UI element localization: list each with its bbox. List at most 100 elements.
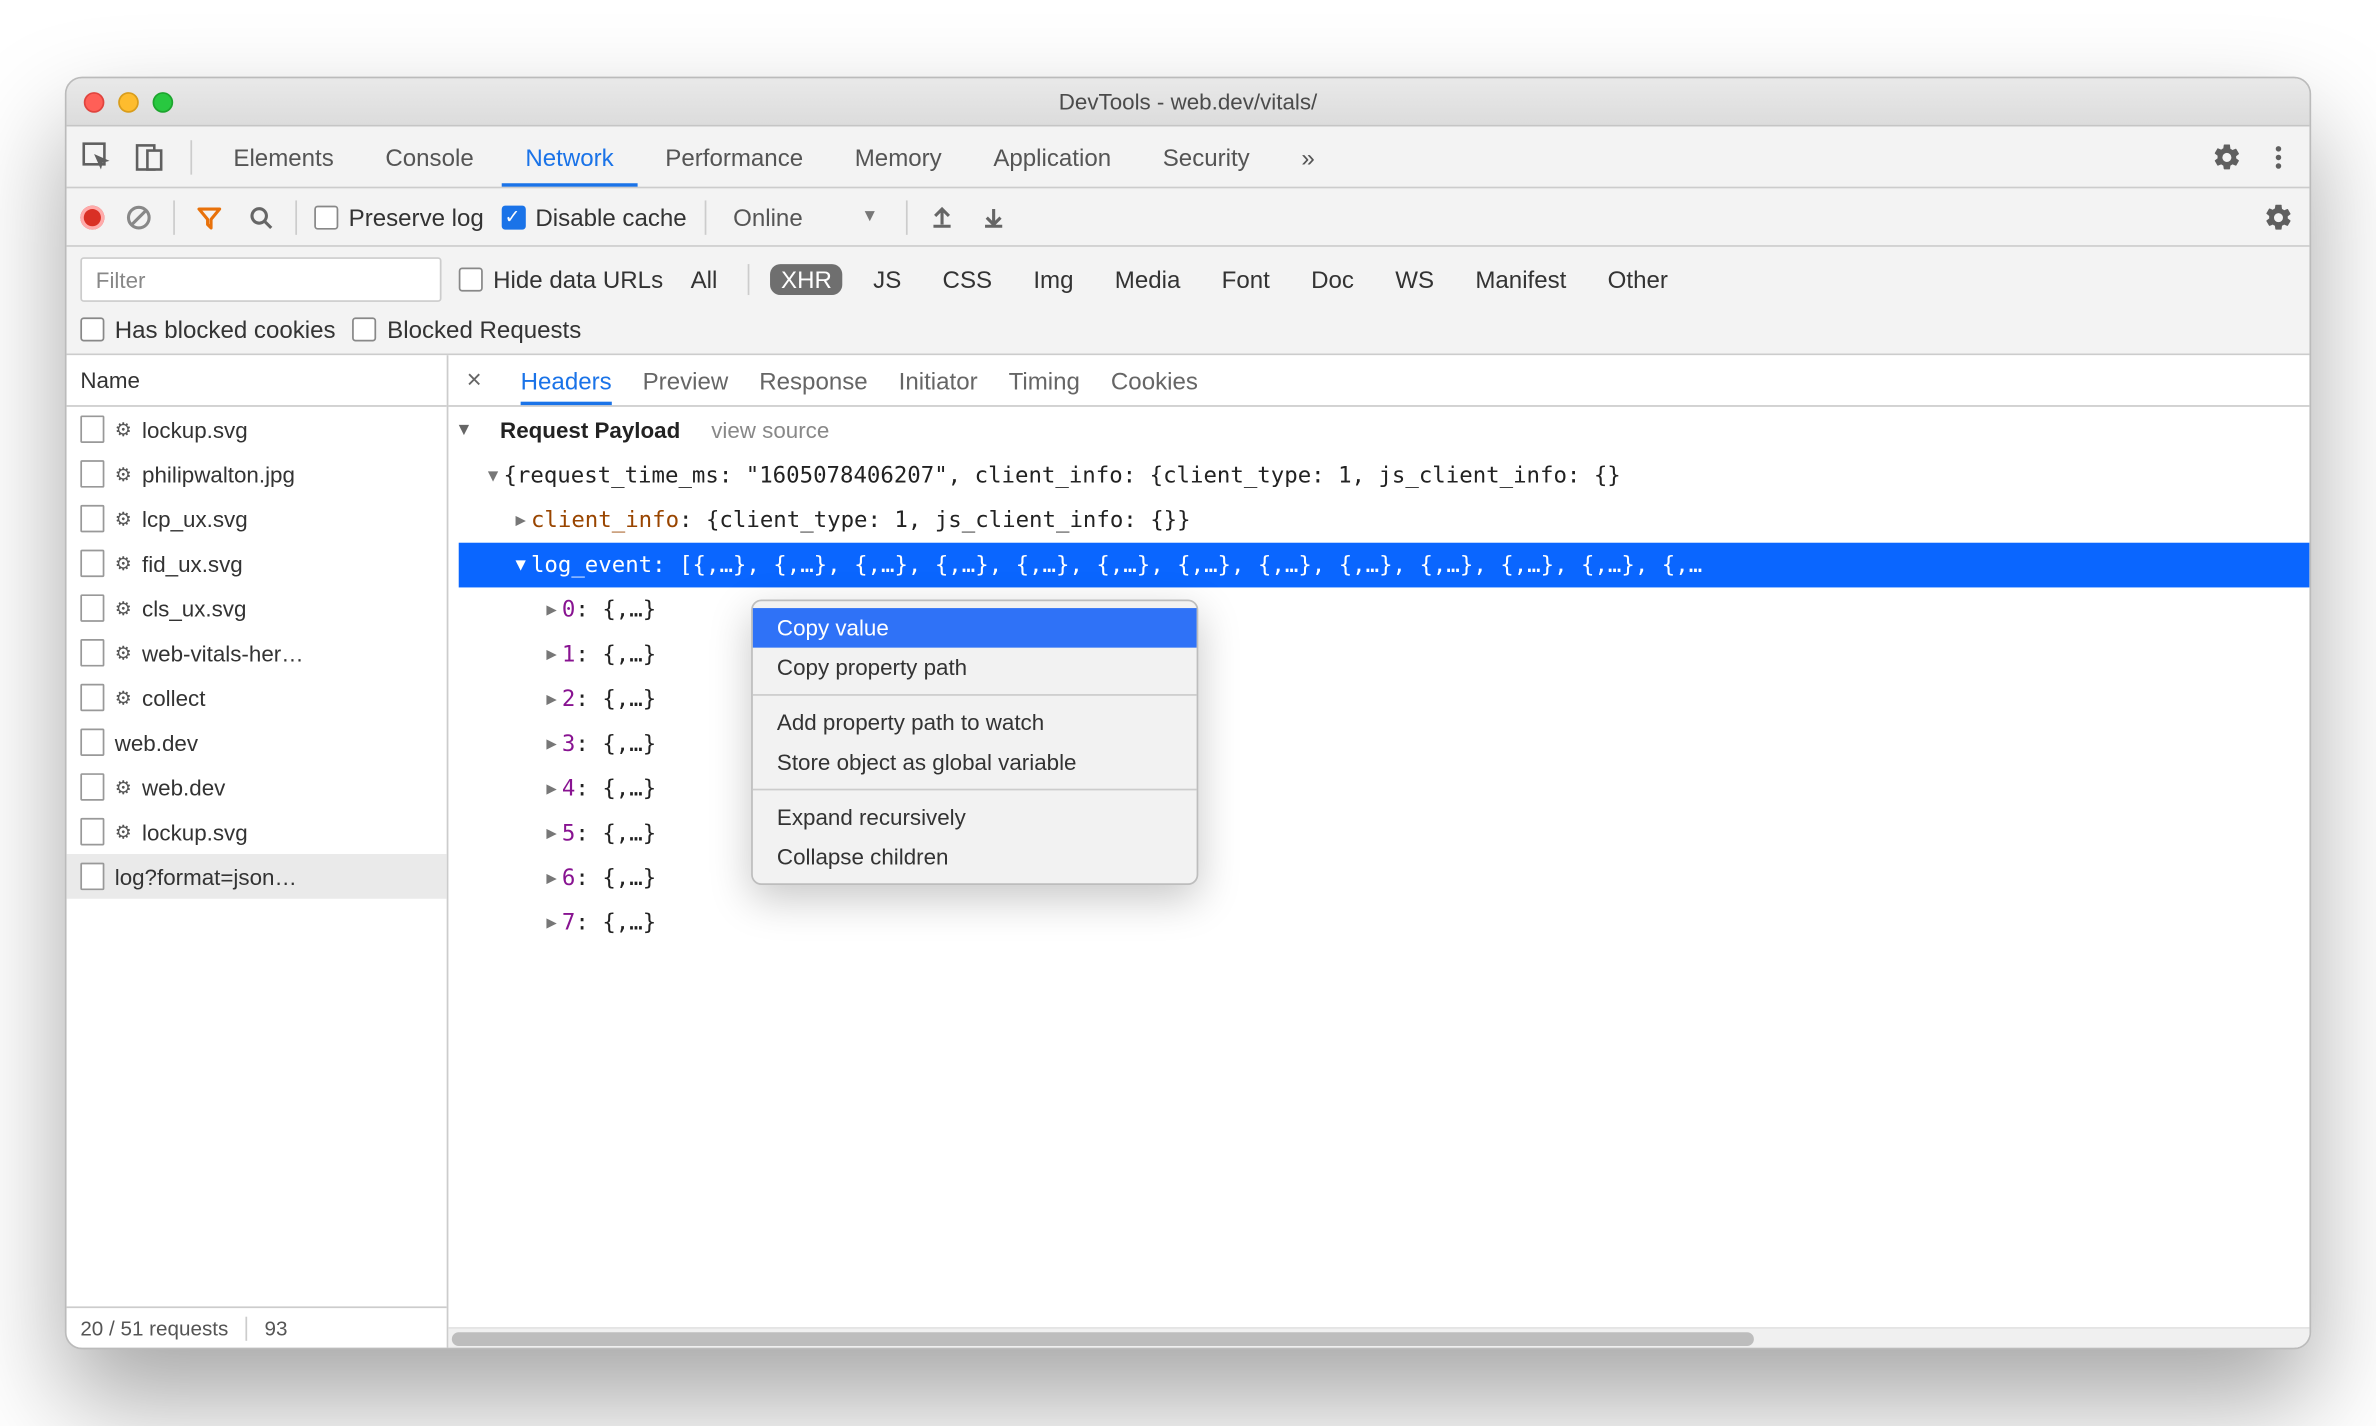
tab-console[interactable]: Console (361, 126, 498, 186)
blocked-requests-checkbox[interactable]: Blocked Requests (353, 316, 581, 344)
dtab-preview[interactable]: Preview (643, 355, 729, 405)
context-menu[interactable]: Copy valueCopy property path Add property… (751, 599, 1198, 885)
triangle-down-icon: ▼ (510, 556, 531, 575)
network-toolbar: Preserve log Disable cache Online ▼ (67, 188, 2310, 246)
tab-performance[interactable]: Performance (641, 126, 827, 186)
tree-root-line[interactable]: ▼ {request_time_ms: "1605078406207", cli… (459, 453, 2310, 498)
download-har-icon[interactable] (976, 200, 1010, 234)
type-manifest[interactable]: Manifest (1465, 264, 1577, 295)
separator (173, 200, 175, 234)
throttling-select[interactable]: Online ▼ (723, 203, 889, 231)
tabs-overflow[interactable]: » (1277, 126, 1339, 186)
context-menu-item[interactable]: Expand recursively (753, 797, 1197, 837)
triangle-right-icon: ▶ (541, 600, 562, 619)
request-row[interactable]: ⚙web-vitals-her… (67, 630, 447, 675)
triangle-down-icon: ▼ (483, 466, 504, 485)
horizontal-scrollbar[interactable] (448, 1327, 2309, 1348)
dtab-cookies[interactable]: Cookies (1111, 355, 1198, 405)
view-source-link[interactable]: view source (711, 417, 829, 443)
request-name: lcp_ux.svg (142, 506, 248, 532)
disable-cache-checkbox[interactable]: Disable cache (501, 203, 687, 231)
network-settings-gear-icon[interactable] (2261, 200, 2295, 234)
request-row[interactable]: ⚙fid_ux.svg (67, 541, 447, 586)
requests-column-header[interactable]: Name (67, 355, 447, 407)
request-row[interactable]: web.dev (67, 720, 447, 765)
hide-data-urls-checkbox[interactable]: Hide data URLs (459, 266, 663, 294)
tree-client-info-line[interactable]: ▶ client_info: {client_type: 1, js_clien… (459, 498, 2310, 543)
type-media[interactable]: Media (1104, 264, 1190, 295)
filter-input[interactable]: Filter (80, 257, 441, 302)
tree-child-line[interactable]: ▶2: {,…} (459, 677, 2310, 722)
context-menu-item[interactable]: Collapse children (753, 837, 1197, 877)
tree-child-line[interactable]: ▶7: {,…} (459, 900, 2310, 945)
tree-child-line[interactable]: ▶0: {,…} (459, 587, 2310, 632)
child-index: 0 (562, 597, 575, 623)
device-toolbar-icon[interactable] (125, 132, 173, 180)
type-img[interactable]: Img (1023, 264, 1084, 295)
upload-har-icon[interactable] (925, 200, 959, 234)
val-log-event: [{,…}, {,…}, {,…}, {,…}, {,…}, {,…}, {,…… (679, 552, 1702, 578)
search-icon[interactable] (244, 200, 278, 234)
separator (906, 200, 908, 234)
type-doc[interactable]: Doc (1301, 264, 1364, 295)
tab-security[interactable]: Security (1139, 126, 1274, 186)
panel-body: Name ⚙lockup.svg⚙philipwalton.jpg⚙lcp_ux… (67, 355, 2310, 1347)
kebab-menu-icon[interactable] (2254, 132, 2302, 180)
request-name: web.dev (115, 729, 198, 755)
dtab-response[interactable]: Response (759, 355, 867, 405)
type-ws[interactable]: WS (1385, 264, 1444, 295)
file-icon (80, 773, 104, 801)
record-button[interactable] (80, 205, 104, 229)
tree-child-line[interactable]: ▶6: {,…} (459, 856, 2310, 901)
type-js[interactable]: JS (863, 264, 912, 295)
dtab-headers[interactable]: Headers (521, 355, 612, 405)
child-index: 6 (562, 865, 575, 891)
inspect-element-icon[interactable] (73, 132, 121, 180)
tab-application[interactable]: Application (969, 126, 1135, 186)
child-value: {,…} (602, 910, 656, 936)
file-icon (80, 818, 104, 846)
preserve-log-checkbox[interactable]: Preserve log (314, 203, 484, 231)
request-row[interactable]: ⚙collect (67, 675, 447, 720)
resource-type-filters: All XHR JS CSS Img Media Font Doc WS Man… (680, 264, 1678, 295)
request-row[interactable]: ⚙philipwalton.jpg (67, 452, 447, 497)
clear-icon[interactable] (122, 200, 156, 234)
dtab-timing[interactable]: Timing (1009, 355, 1080, 405)
section-title: Request Payload (500, 417, 680, 443)
checkbox-icon (314, 205, 338, 229)
context-menu-item[interactable]: Store object as global variable (753, 742, 1197, 782)
request-row[interactable]: ⚙lockup.svg (67, 407, 447, 452)
context-menu-item[interactable]: Copy property path (753, 648, 1197, 688)
context-menu-item[interactable]: Add property path to watch (753, 703, 1197, 743)
type-css[interactable]: CSS (932, 264, 1002, 295)
request-row[interactable]: log?format=json… (67, 854, 447, 899)
has-blocked-cookies-checkbox[interactable]: Has blocked cookies (80, 316, 335, 344)
request-row[interactable]: ⚙cls_ux.svg (67, 586, 447, 631)
disable-cache-label: Disable cache (535, 203, 686, 231)
gear-icon: ⚙ (115, 776, 132, 798)
tree-child-line[interactable]: ▶3: {,…} (459, 722, 2310, 767)
context-menu-item[interactable]: Copy value (753, 608, 1197, 648)
tree-child-line[interactable]: ▶5: {,…} (459, 811, 2310, 856)
request-row[interactable]: ⚙web.dev (67, 765, 447, 810)
close-detail-icon[interactable]: × (459, 366, 490, 395)
requests-list[interactable]: ⚙lockup.svg⚙philipwalton.jpg⚙lcp_ux.svg⚙… (67, 407, 447, 1307)
tab-network[interactable]: Network (501, 126, 637, 186)
tree-child-line[interactable]: ▶1: {,…} (459, 632, 2310, 677)
scrollbar-thumb[interactable] (452, 1332, 1755, 1346)
file-icon (80, 639, 104, 667)
tab-elements[interactable]: Elements (209, 126, 358, 186)
request-row[interactable]: ⚙lcp_ux.svg (67, 496, 447, 541)
type-other[interactable]: Other (1597, 264, 1678, 295)
request-row[interactable]: ⚙lockup.svg (67, 809, 447, 854)
type-font[interactable]: Font (1211, 264, 1280, 295)
filter-funnel-icon[interactable] (192, 200, 226, 234)
tree-child-line[interactable]: ▶4: {,…} (459, 766, 2310, 811)
type-all[interactable]: All (680, 264, 727, 295)
dtab-initiator[interactable]: Initiator (899, 355, 978, 405)
type-xhr[interactable]: XHR (771, 264, 842, 295)
tab-memory[interactable]: Memory (831, 126, 966, 186)
settings-gear-icon[interactable] (2203, 132, 2251, 180)
section-header[interactable]: ▼ Request Payload view source (448, 407, 2309, 453)
tree-log-event-line[interactable]: ▼ log_event: [{,…}, {,…}, {,…}, {,…}, {,… (459, 543, 2310, 588)
